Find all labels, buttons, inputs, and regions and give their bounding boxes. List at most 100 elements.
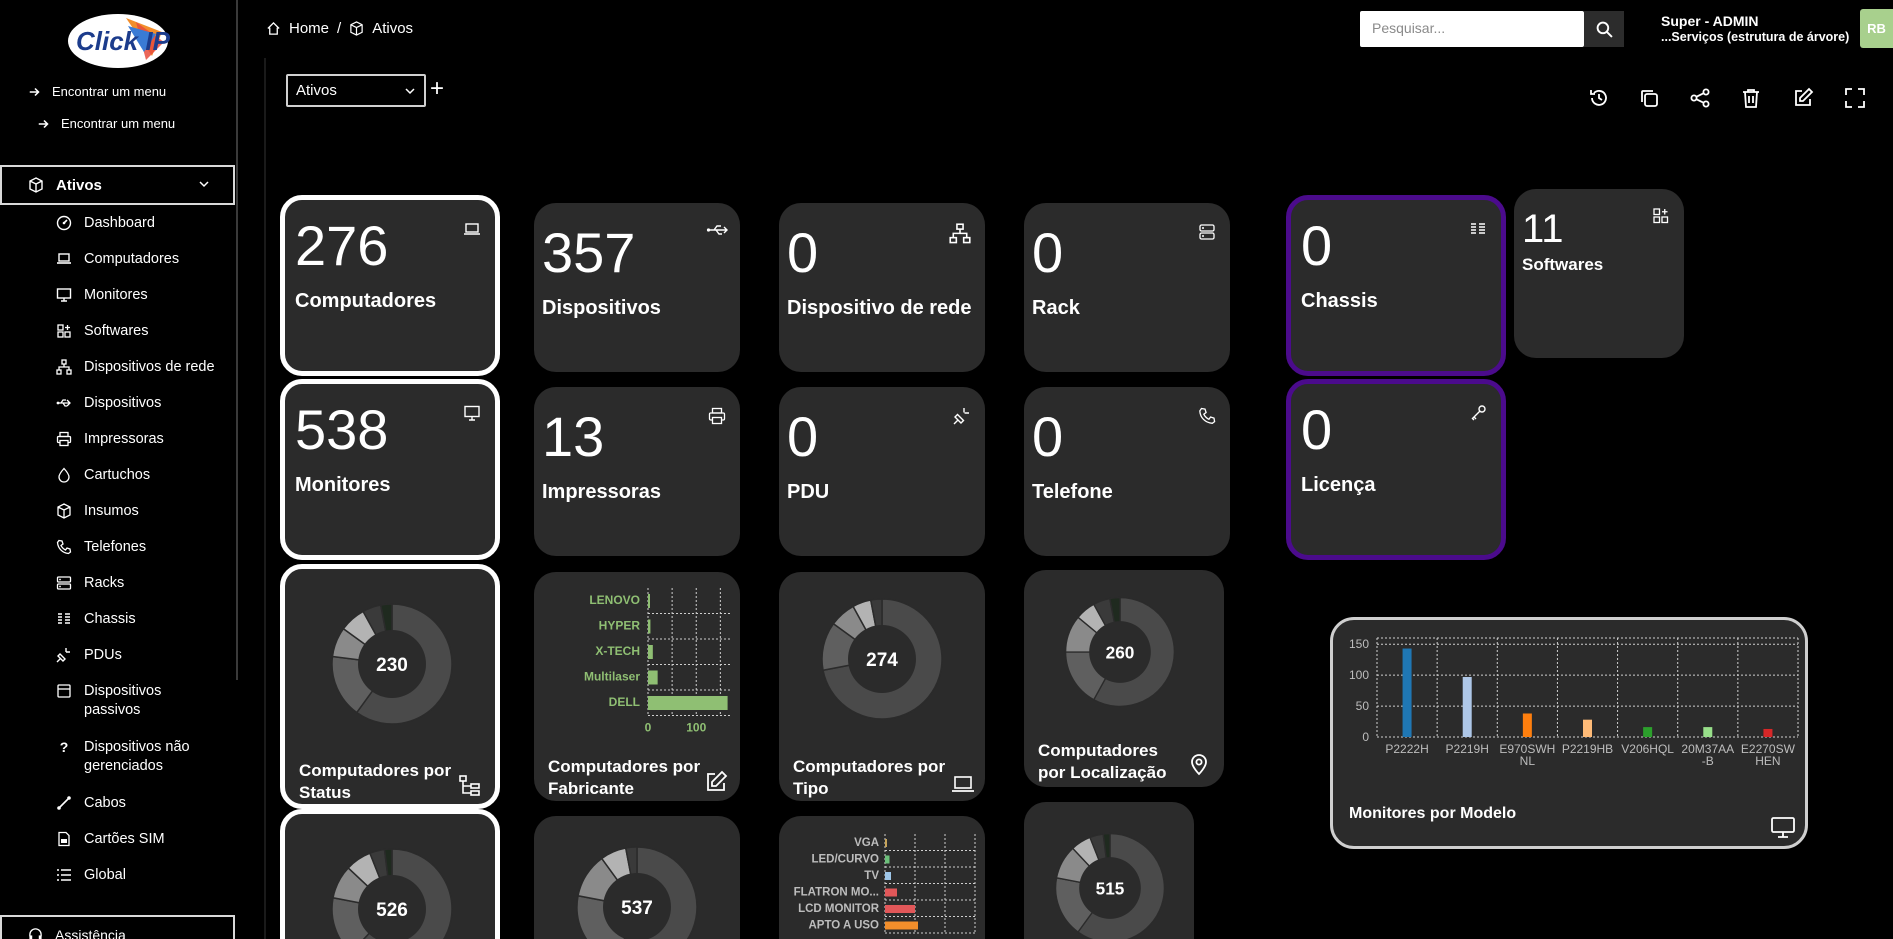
add-dashboard-button[interactable]: +	[430, 77, 444, 101]
fullscreen-button[interactable]	[1842, 85, 1868, 111]
sidebar-item-dispositivos[interactable]: Dispositivos	[56, 394, 161, 413]
sidebar-item-impressoras[interactable]: Impressoras	[56, 430, 164, 449]
delete-button[interactable]	[1738, 85, 1764, 111]
bar[interactable]	[1763, 728, 1773, 737]
sidebar-item-monitores[interactable]: Monitores	[56, 286, 148, 305]
chart-card-monitores-4[interactable]: 515	[1024, 802, 1194, 939]
stat-value: 0	[1032, 405, 1064, 468]
sidebar-item-dashboard[interactable]: Dashboard	[56, 214, 155, 233]
stat-value: 276	[295, 214, 389, 277]
avatar[interactable]: RB	[1860, 9, 1893, 48]
clickip-logo[interactable]: Click IP	[66, 12, 170, 70]
sidebar-item-telefones[interactable]: Telefones	[56, 538, 146, 557]
sidebar-item-softwares[interactable]: Softwares	[56, 322, 148, 341]
bar[interactable]	[648, 645, 653, 659]
trash-icon	[1743, 89, 1759, 108]
sidebar-section-ativos[interactable]: Ativos	[0, 165, 235, 205]
search-button[interactable]	[1584, 11, 1624, 47]
chart-card-monitores-3[interactable]: VGA LED/CURVO TV FLATRON MO... LCD MONITOR AP…	[779, 816, 985, 939]
stat-card-computadores[interactable]: 276 Computadores	[280, 195, 500, 376]
bar[interactable]	[885, 921, 918, 930]
sidebar-item-dispositivos-passivos[interactable]: Dispositivos passivos	[56, 682, 206, 720]
share-button[interactable]	[1687, 85, 1713, 111]
stat-card-licenca[interactable]: 0 Licença	[1286, 379, 1506, 560]
stat-card-dispositivo-de-rede[interactable]: 0 Dispositivo de rede	[779, 203, 985, 372]
bar[interactable]	[1703, 727, 1713, 737]
chart-card-monitores-por-modelo[interactable]: 0 50 100 150 P2222H P2219H E970SWH NL P2219HB V20…	[1330, 617, 1808, 849]
server-icon	[1198, 223, 1216, 241]
bar[interactable]	[885, 855, 890, 864]
stat-card-softwares[interactable]: 11 Softwares	[1514, 189, 1684, 358]
sidebar-item-label: Global	[84, 867, 126, 883]
sim-card-icon	[56, 831, 72, 847]
find-menu-link-2[interactable]: Encontrar um menu	[37, 116, 175, 131]
stat-card-chassis[interactable]: 0 Chassis	[1286, 195, 1506, 376]
find-menu-link[interactable]: Encontrar um menu	[28, 84, 166, 99]
bar[interactable]	[1462, 676, 1472, 737]
chart-card-computadores-status[interactable]: 230 Computadores por Status	[280, 564, 500, 809]
breadcrumb-home[interactable]: Home	[289, 20, 329, 37]
donut-chart: 274	[821, 598, 943, 720]
bar[interactable]	[885, 839, 887, 847]
bar[interactable]	[1522, 713, 1532, 737]
sidebar-item-computadores[interactable]: Computadores	[56, 250, 179, 269]
bar[interactable]	[885, 905, 915, 913]
sidebar-section-assistencia[interactable]: Assistência	[0, 915, 235, 939]
sidebar-item-dispositivos-nao-gerenciados[interactable]: ? Dispositivos não gerenciados	[56, 738, 216, 776]
search-input[interactable]: Pesquisar...	[1360, 11, 1584, 47]
copy-icon	[1641, 90, 1658, 107]
clone-button[interactable]	[1636, 85, 1662, 111]
sidebar-item-cartuchos[interactable]: Cartuchos	[56, 466, 150, 485]
axis-category-label: NL	[1520, 754, 1536, 768]
bar[interactable]	[1583, 719, 1592, 737]
sidebar-item-cartoes-sim[interactable]: Cartões SIM	[56, 830, 165, 849]
chart-card-computadores-localizacao[interactable]: 260 Computadores por Localização	[1024, 570, 1224, 787]
bar[interactable]	[648, 619, 651, 634]
network-icon	[949, 223, 971, 245]
bar[interactable]	[648, 670, 658, 685]
bar[interactable]	[648, 594, 650, 608]
stat-card-impressoras[interactable]: 13 Impressoras	[534, 387, 740, 556]
chart-card-computadores-tipo[interactable]: 274 Computadores por Tipo	[779, 572, 985, 801]
sidebar-scrollbar[interactable]	[236, 0, 238, 680]
usb-icon	[56, 395, 72, 411]
donut-chart: 515	[1054, 832, 1166, 939]
printer-icon	[56, 431, 72, 447]
stat-card-pdu[interactable]: 0 PDU	[779, 387, 985, 556]
user-name[interactable]: Super - ADMIN	[1661, 13, 1758, 29]
stat-card-rack[interactable]: 0 Rack	[1024, 203, 1230, 372]
sidebar-item-chassis[interactable]: Chassis	[56, 610, 136, 629]
history-button[interactable]	[1586, 85, 1612, 111]
bar[interactable]	[885, 888, 897, 897]
stat-value: 0	[1032, 221, 1064, 284]
donut-chart: 230	[331, 603, 453, 725]
chart-title: Computadores por Fabricante	[548, 757, 701, 798]
breadcrumb: Home / Ativos	[266, 20, 413, 37]
sidebar-item-pdus[interactable]: PDUs	[56, 646, 122, 665]
sidebar-item-racks[interactable]: Racks	[56, 574, 124, 593]
chart-card-monitores-1[interactable]: 526	[280, 809, 500, 939]
breadcrumb-ativos[interactable]: Ativos	[372, 20, 413, 37]
edit-button[interactable]	[1790, 85, 1816, 111]
bar[interactable]	[885, 872, 891, 880]
bar[interactable]	[1643, 727, 1653, 737]
hbar-chart-monitores: VGA LED/CURVO TV FLATRON MO... LCD MONITOR AP…	[794, 834, 976, 934]
dashboard-select[interactable]: Ativos	[286, 74, 426, 107]
chart-card-monitores-2[interactable]: 537	[534, 816, 740, 939]
bar[interactable]	[648, 696, 728, 710]
chart-card-computadores-fabricante[interactable]: LENOVO HYPER X-TECH Multilaser DELL 0 100 Comp…	[534, 572, 740, 801]
user-entity[interactable]: ...Serviços (estrutura de árvore)	[1661, 30, 1849, 44]
stat-value: 11	[1522, 207, 1564, 251]
key-icon	[1469, 404, 1487, 422]
stat-card-dispositivos[interactable]: 357 Dispositivos	[534, 203, 740, 372]
bar[interactable]	[1402, 648, 1412, 737]
stat-card-telefone[interactable]: 0 Telefone	[1024, 387, 1230, 556]
axis-category-label: HEN	[1755, 754, 1780, 768]
stat-card-monitores[interactable]: 538 Monitores	[280, 379, 500, 560]
sidebar-item-cabos[interactable]: Cabos	[56, 794, 126, 813]
sidebar-item-dispositivos-de-rede[interactable]: Dispositivos de rede	[56, 358, 215, 377]
sidebar-item-global[interactable]: Global	[56, 866, 126, 885]
sidebar-item-insumos[interactable]: Insumos	[56, 502, 139, 521]
donut-total: 537	[621, 898, 653, 919]
list-icon	[56, 867, 72, 883]
